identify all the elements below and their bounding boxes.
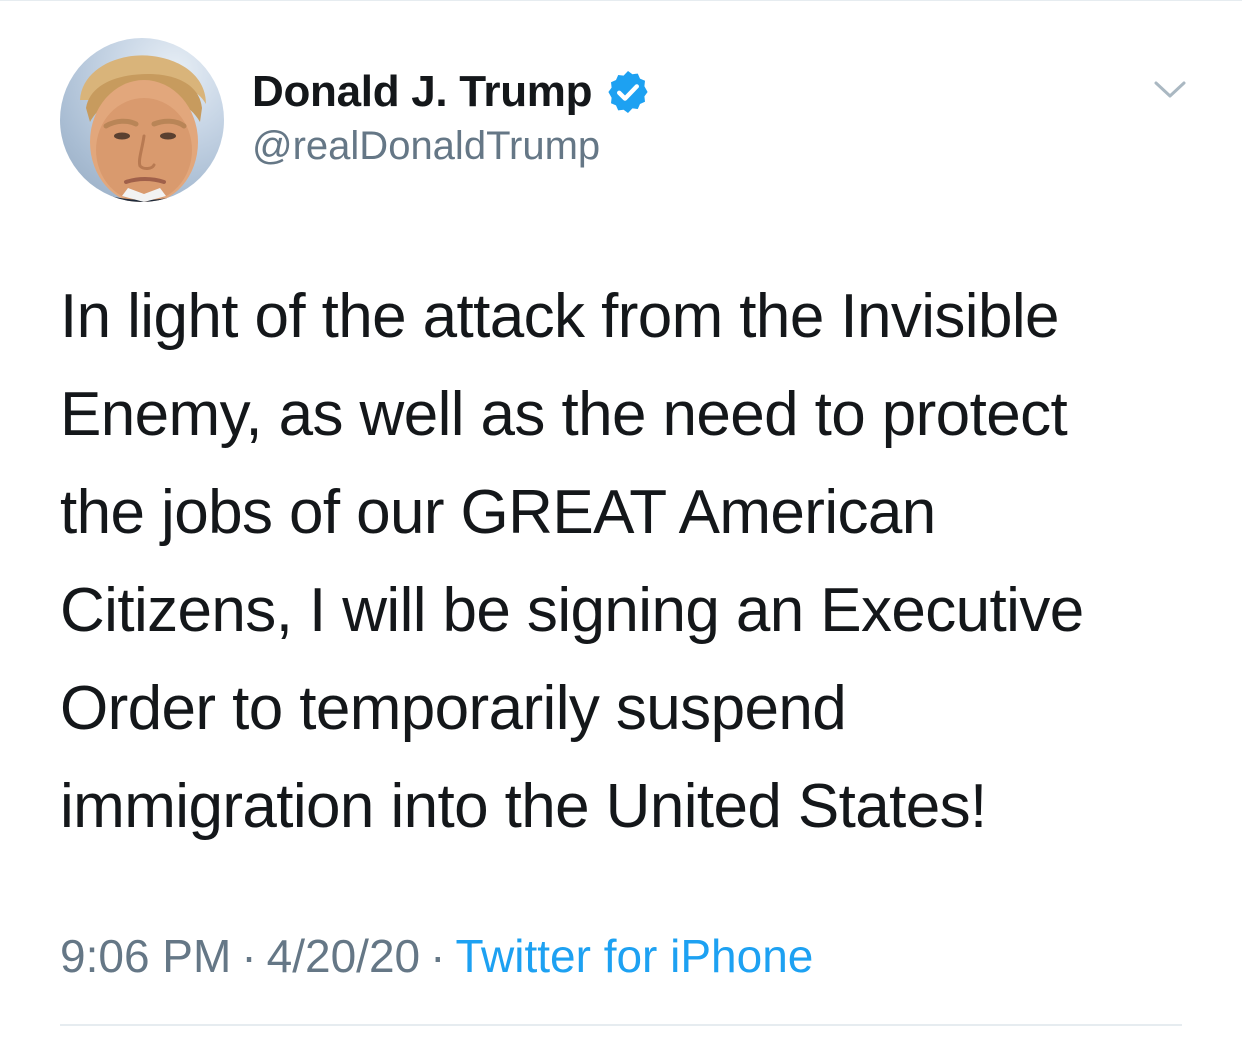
- author-name-row: Donald J. Trump: [252, 64, 652, 120]
- tweet-meta: 9:06 PM · 4/20/20 · Twitter for iPhone: [60, 928, 813, 984]
- avatar-portrait: [60, 55, 224, 202]
- bottom-divider: [60, 1024, 1182, 1026]
- author-name[interactable]: Donald J. Trump: [252, 67, 593, 117]
- author-avatar[interactable]: [60, 38, 224, 202]
- meta-separator: ·: [241, 930, 257, 982]
- tweet-source-link[interactable]: Twitter for iPhone: [455, 930, 813, 982]
- verified-badge-icon: [604, 68, 652, 116]
- chevron-down-shape: [1154, 81, 1186, 98]
- author-handle[interactable]: @realDonaldTrump: [252, 124, 600, 169]
- verified-badge-shape: [608, 71, 648, 113]
- tweet-text: In light of the attack from the Invisibl…: [60, 282, 1084, 841]
- tweet-time[interactable]: 9:06 PM: [60, 930, 231, 982]
- chevron-down-icon[interactable]: [1152, 74, 1188, 104]
- tweet-card: Donald J. Trump @realDonaldTrump In ligh…: [0, 0, 1242, 1041]
- meta-separator: ·: [430, 930, 446, 982]
- tweet-date[interactable]: 4/20/20: [267, 930, 420, 982]
